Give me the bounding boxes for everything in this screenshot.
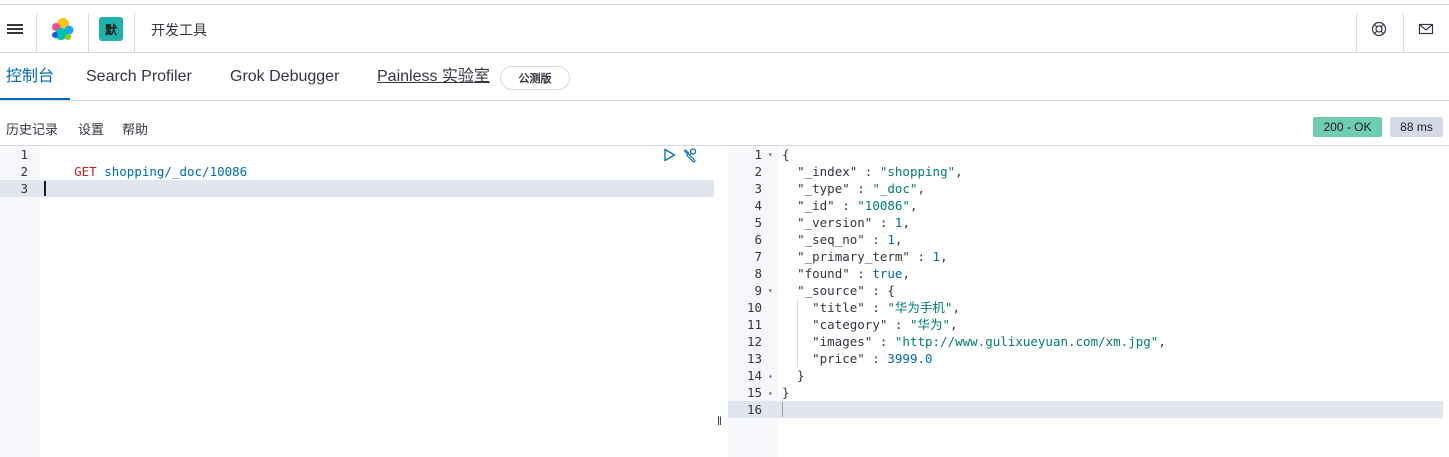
line-number: 5 xyxy=(754,215,762,230)
json-value: true xyxy=(872,266,903,281)
panel-resizer[interactable]: ‖ xyxy=(714,146,728,457)
json-line: "_type" : "_doc", xyxy=(797,181,926,196)
help-link[interactable]: 帮助 xyxy=(122,119,148,138)
json-value: 3999.0 xyxy=(887,351,933,366)
console-toolbar: 历史记录 设置 帮助 xyxy=(0,101,1449,146)
header-divider xyxy=(134,13,135,53)
header-divider xyxy=(1356,13,1357,53)
line-number: 11 xyxy=(746,317,762,332)
settings-link[interactable]: 设置 xyxy=(78,119,104,138)
json-line: "_id" : "10086", xyxy=(797,198,918,213)
line-number: 8 xyxy=(754,266,762,281)
fold-arrow-icon[interactable]: ▾ xyxy=(768,150,773,159)
json-line: "images" : "http://www.gulixueyuan.com/x… xyxy=(812,334,1166,349)
tab-console[interactable]: 控制台 xyxy=(6,53,54,101)
request-gutter: 1 2 3 xyxy=(0,146,40,457)
status-badge: 200 - OK xyxy=(1313,117,1382,137)
tab-painless-lab-label: Painless 实验室 xyxy=(377,68,490,85)
mail-icon xyxy=(1418,23,1434,35)
header-divider xyxy=(1403,13,1404,53)
json-line: "_primary_term" : 1, xyxy=(797,249,948,264)
json-line: } xyxy=(782,368,805,383)
json-value: 1 xyxy=(894,215,903,230)
line-number: 12 xyxy=(746,334,762,349)
send-request-button[interactable] xyxy=(663,148,676,165)
line-number: 15 xyxy=(746,385,762,400)
line-number: 2 xyxy=(20,164,28,179)
json-line: { xyxy=(782,147,790,162)
line-number: 6 xyxy=(754,232,762,247)
line-number: 13 xyxy=(746,351,762,366)
top-header: 默 开发工具 xyxy=(0,4,1449,53)
json-line: } xyxy=(782,385,790,400)
header-divider xyxy=(88,13,89,53)
menu-button[interactable] xyxy=(0,5,30,53)
response-editor: 1 2 3 4 5 6 7 8 9 10 11 12 13 14 15 16 ▾… xyxy=(728,146,1449,457)
play-icon xyxy=(664,148,676,162)
active-line-highlight xyxy=(40,180,714,197)
tab-painless-lab[interactable]: Painless 实验室 xyxy=(377,53,490,101)
line-number: 10 xyxy=(746,300,762,315)
json-line: "_index" : "shopping", xyxy=(797,164,963,179)
json-line: "_source" : { xyxy=(797,283,895,298)
json-line: "price" : 3999.0 xyxy=(812,351,933,366)
help-button[interactable] xyxy=(1367,17,1391,41)
breadcrumb: 开发工具 xyxy=(151,22,207,38)
json-value: "华为手机" xyxy=(887,300,953,315)
request-actions-button[interactable] xyxy=(682,147,698,166)
line-number: 4 xyxy=(754,198,762,213)
history-link[interactable]: 历史记录 xyxy=(6,119,58,138)
line-number: 1 xyxy=(20,147,28,162)
beta-badge: 公测版 xyxy=(500,66,570,90)
json-value: "10086" xyxy=(857,198,910,213)
header-divider xyxy=(36,13,37,53)
line-number: 1 xyxy=(754,147,762,162)
json-value: 1 xyxy=(932,249,941,264)
json-line: "found" : true, xyxy=(797,266,910,281)
tab-bar: 控制台 Search Profiler Grok Debugger Painle… xyxy=(0,53,1449,101)
line-number: 2 xyxy=(754,164,762,179)
line-number: 9 xyxy=(754,283,762,298)
request-time-badge: 88 ms xyxy=(1390,117,1443,137)
json-value: "华为" xyxy=(909,317,951,332)
line-number: 14 xyxy=(746,368,762,383)
line-number: 3 xyxy=(0,180,40,197)
json-line: "title" : "华为手机", xyxy=(812,300,960,315)
json-value: "shopping" xyxy=(879,164,956,179)
json-value: 1 xyxy=(887,232,895,247)
drag-handle-icon: ‖ xyxy=(717,414,722,428)
fold-arrow-icon[interactable]: ▴ xyxy=(768,388,773,397)
request-path: shopping/_doc/10086 xyxy=(104,164,248,179)
line-number: 7 xyxy=(754,249,762,264)
request-line: GET shopping/_doc/10086 xyxy=(44,146,247,179)
json-line: "category" : "华为", xyxy=(812,317,958,332)
json-value: "http://www.gulixueyuan.com/xm.jpg" xyxy=(894,334,1159,349)
request-method: GET xyxy=(74,164,97,179)
json-line: "_version" : 1, xyxy=(797,215,910,230)
fold-arrow-icon[interactable]: ▾ xyxy=(768,286,773,295)
fold-arrow-icon[interactable]: ▴ xyxy=(768,371,773,380)
wrench-icon xyxy=(683,148,697,163)
help-icon xyxy=(1371,21,1387,37)
active-tab-indicator xyxy=(0,98,70,100)
json-line: "_seq_no" : 1, xyxy=(797,232,903,247)
line-number: 16 xyxy=(728,401,778,418)
tab-search-profiler[interactable]: Search Profiler xyxy=(86,53,192,101)
menu-icon xyxy=(7,22,23,36)
response-gutter: 1 2 3 4 5 6 7 8 9 10 11 12 13 14 15 16 ▾… xyxy=(728,146,778,457)
elastic-logo[interactable] xyxy=(40,5,84,53)
text-cursor xyxy=(44,181,46,196)
json-value: "_doc" xyxy=(872,181,918,196)
active-line-highlight xyxy=(778,401,1443,418)
text-cursor xyxy=(782,402,783,417)
request-editor[interactable]: 1 2 3 GET shopping/_doc/10086 xyxy=(0,146,714,457)
tab-grok-debugger[interactable]: Grok Debugger xyxy=(230,53,339,101)
elastic-logo-icon xyxy=(52,18,74,40)
line-number: 3 xyxy=(754,181,762,196)
news-button[interactable] xyxy=(1414,17,1438,41)
space-avatar[interactable]: 默 xyxy=(99,17,123,41)
